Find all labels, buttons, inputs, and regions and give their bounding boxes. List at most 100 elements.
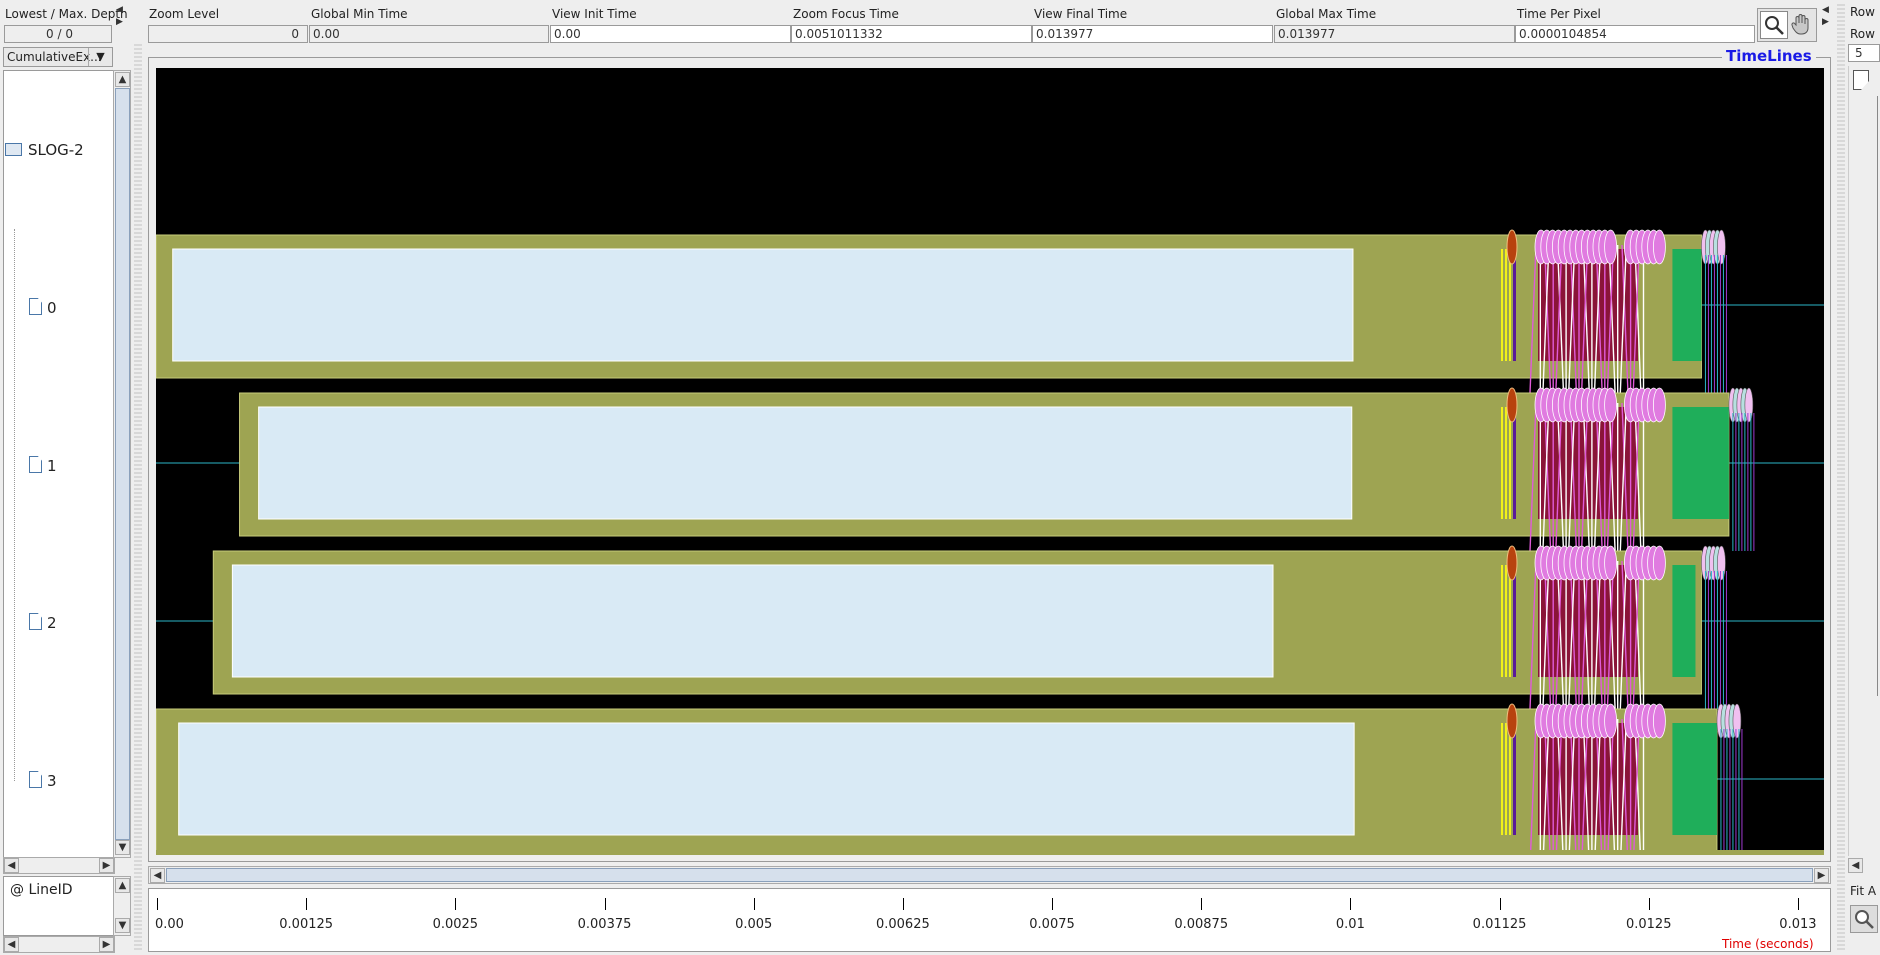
zoom-level-label: Zoom Level — [149, 7, 220, 21]
tree-item-3[interactable]: 3 — [29, 771, 57, 790]
row-label-2: Row — [1850, 27, 1875, 41]
tree-panel: SLOG-2 0 1 2 3 — [3, 70, 115, 858]
state-late-rect — [1672, 249, 1702, 361]
time-per-pixel-label: Time Per Pixel — [1517, 7, 1601, 21]
scroll-left-icon[interactable]: ◀ — [4, 858, 19, 873]
tree-item-label: 0 — [47, 299, 57, 317]
zoom-focus-label: Zoom Focus Time — [793, 7, 899, 21]
yellow-state-bar — [1505, 565, 1507, 677]
event-marker-orange — [1506, 229, 1518, 265]
tree-item-0[interactable]: 0 — [29, 298, 57, 317]
tree-vscrollbar[interactable]: ▲ ▼ — [113, 70, 131, 858]
end-event-marker — [1717, 545, 1726, 581]
end-event-marker — [1744, 387, 1754, 423]
event-marker-orange — [1506, 387, 1518, 423]
tree-hscrollbar[interactable]: ◀ ▶ — [3, 857, 115, 874]
global-min-label: Global Min Time — [311, 7, 408, 21]
view-init-input[interactable]: 0.00 — [550, 25, 791, 43]
right-scroll-left-icon[interactable]: ◀ — [1848, 858, 1863, 873]
row-slider-track — [1877, 96, 1878, 696]
document-icon — [29, 613, 42, 630]
tool-group — [1757, 8, 1817, 42]
axis-title: Time (seconds) — [1722, 937, 1814, 951]
timeline-canvas[interactable] — [156, 68, 1824, 855]
event-marker-magenta — [1653, 229, 1666, 265]
scroll-up-icon[interactable]: ▲ — [115, 72, 130, 87]
jumpshot-window: Lowest / Max. Depth 0 / 0 ◀ ▶ Zoom Level … — [0, 0, 1880, 955]
time-axis — [148, 888, 1831, 952]
depth-label: Lowest / Max. Depth — [5, 7, 128, 21]
lineid-vscrollbar[interactable]: ▲ ▼ — [113, 876, 131, 936]
event-marker-magenta — [1604, 229, 1617, 265]
state-inner-rect — [258, 406, 1353, 520]
view-final-label: View Final Time — [1034, 7, 1128, 21]
tree-item-label: 1 — [47, 457, 57, 475]
purple-state-bar — [1513, 723, 1516, 835]
purple-state-bar — [1513, 565, 1516, 677]
scroll-down-icon[interactable]: ▼ — [115, 918, 130, 933]
event-marker-magenta — [1604, 387, 1617, 423]
legend-dropdown[interactable]: CumulativeEx... ▼ — [3, 47, 113, 67]
view-final-input[interactable]: 0.013977 — [1032, 25, 1273, 43]
state-late-rect — [1672, 565, 1696, 677]
hand-tool-icon[interactable] — [1789, 11, 1816, 39]
row-slider[interactable] — [1848, 66, 1880, 856]
end-event-marker — [1717, 229, 1726, 265]
right-collapse-handle[interactable]: ◀ ▶ — [1822, 4, 1832, 38]
state-inner-rect — [231, 564, 1274, 678]
document-icon — [29, 456, 42, 473]
state-late-rect — [1672, 723, 1717, 835]
event-marker-magenta — [1604, 703, 1617, 739]
time-per-pixel-input[interactable]: 0.0000104854 — [1515, 25, 1755, 43]
timeline-bottom-strip — [156, 850, 1824, 855]
end-event-marker — [1732, 703, 1742, 739]
yellow-state-bar — [1501, 565, 1503, 677]
state-inner-rect — [172, 248, 1354, 362]
scroll-right-icon[interactable]: ▶ — [99, 937, 114, 952]
global-max-label: Global Max Time — [1276, 7, 1377, 21]
zoom-focus-input[interactable]: 0.0051011332 — [791, 25, 1032, 43]
tree-vscroll-thumb[interactable] — [115, 88, 130, 840]
scroll-left-icon[interactable]: ◀ — [150, 868, 165, 883]
scroll-left-icon[interactable]: ◀ — [4, 937, 19, 952]
left-splitter[interactable] — [134, 44, 142, 952]
fit-zoom-icon[interactable] — [1850, 905, 1878, 933]
tree-item-2[interactable]: 2 — [29, 613, 57, 632]
yellow-state-bar — [1509, 723, 1511, 835]
purple-state-bar — [1513, 249, 1516, 361]
lineid-panel: @ LineID — [3, 876, 115, 936]
event-marker-magenta — [1604, 545, 1617, 581]
zoom-tool-icon[interactable] — [1760, 11, 1788, 39]
yellow-state-bar — [1501, 249, 1503, 361]
row-slider-thumb[interactable] — [1853, 70, 1869, 90]
event-marker-orange — [1506, 545, 1518, 581]
zoom-level-field: 0 — [148, 25, 308, 43]
yellow-state-bar — [1505, 723, 1507, 835]
row-label-1: Row — [1850, 5, 1875, 19]
yellow-state-bar — [1509, 565, 1511, 677]
scroll-right-icon[interactable]: ▶ — [99, 858, 114, 873]
yellow-state-bar — [1505, 249, 1507, 361]
tree-root[interactable]: SLOG-2 — [5, 141, 84, 159]
view-init-label: View Init Time — [552, 7, 637, 21]
canvas-hscrollbar[interactable]: ◀ ▶ — [148, 866, 1831, 884]
right-splitter[interactable] — [1837, 4, 1845, 952]
yellow-state-bar — [1501, 723, 1503, 835]
lineid-label: @ LineID — [10, 882, 73, 898]
global-min-field: 0.00 — [309, 25, 549, 43]
scroll-up-icon[interactable]: ▲ — [115, 878, 130, 893]
event-marker-magenta — [1653, 387, 1666, 423]
yellow-state-bar — [1505, 407, 1507, 519]
scroll-down-icon[interactable]: ▼ — [115, 840, 130, 855]
lineid-hscrollbar[interactable]: ◀ ▶ — [3, 936, 115, 953]
scroll-right-icon[interactable]: ▶ — [1814, 868, 1829, 883]
tree-item-1[interactable]: 1 — [29, 456, 57, 475]
tree-line — [14, 229, 15, 781]
tree-item-label: 2 — [47, 614, 57, 632]
row-input[interactable]: 5 — [1848, 44, 1880, 62]
event-marker-orange — [1506, 703, 1518, 739]
chevron-down-icon[interactable]: ▼ — [88, 48, 112, 66]
left-collapse-handle[interactable]: ◀ ▶ — [116, 4, 126, 38]
tree-root-label: SLOG-2 — [28, 141, 84, 159]
canvas-hscroll-thumb[interactable] — [166, 868, 1813, 882]
